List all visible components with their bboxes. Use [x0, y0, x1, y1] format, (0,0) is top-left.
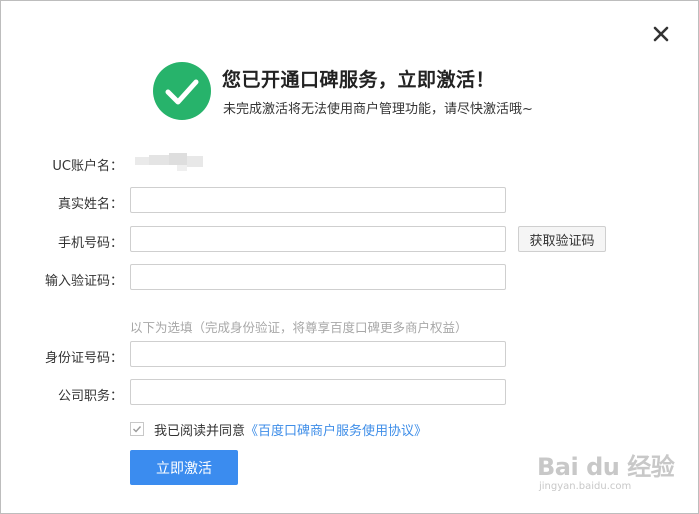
- get-code-button[interactable]: 获取验证码: [518, 226, 606, 252]
- username-label: UC账户名：: [52, 159, 123, 174]
- close-icon-glyph: [653, 26, 669, 42]
- page-subtitle: 未完成激活将无法使用商户管理功能，请尽快激活哦~: [223, 102, 533, 117]
- watermark-url: jingyan.baidu.com: [539, 481, 632, 492]
- position-input[interactable]: [130, 379, 506, 405]
- realname-label: 真实姓名：: [57, 197, 123, 212]
- idcard-label: 身份证号码：: [44, 351, 123, 366]
- optional-hint: 以下为选填（完成身份验证，将尊享百度口碑更多商户权益）: [130, 320, 468, 335]
- agreement-row: 我已阅读并同意 《百度口碑商户服务使用协议》: [130, 420, 427, 439]
- agreement-checkbox[interactable]: [130, 422, 144, 436]
- position-label: 公司职务：: [57, 389, 123, 404]
- agreement-text: 我已阅读并同意: [154, 423, 246, 439]
- checkmark-icon: [133, 426, 142, 433]
- activate-button[interactable]: 立即激活: [130, 450, 238, 485]
- check-glyph: [165, 79, 199, 105]
- check-circle-icon: [153, 62, 211, 120]
- close-icon[interactable]: [650, 23, 672, 45]
- watermark-logo-text: Bai du 经验: [537, 453, 675, 481]
- code-label: 输入验证码：: [44, 274, 123, 289]
- realname-input[interactable]: [130, 187, 506, 213]
- username-value-obscured: [131, 151, 211, 171]
- phone-input[interactable]: [130, 226, 506, 252]
- code-input[interactable]: [130, 264, 506, 290]
- idcard-input[interactable]: [130, 341, 506, 367]
- activation-dialog: 您已开通口碑服务，立即激活！ 未完成激活将无法使用商户管理功能，请尽快激活哦~ …: [0, 0, 699, 514]
- phone-label: 手机号码：: [57, 236, 123, 251]
- page-title: 您已开通口碑服务，立即激活！: [222, 69, 496, 91]
- agreement-link[interactable]: 《百度口碑商户服务使用协议》: [245, 420, 427, 439]
- watermark: Bai du 经验 jingyan.baidu.com: [533, 441, 693, 501]
